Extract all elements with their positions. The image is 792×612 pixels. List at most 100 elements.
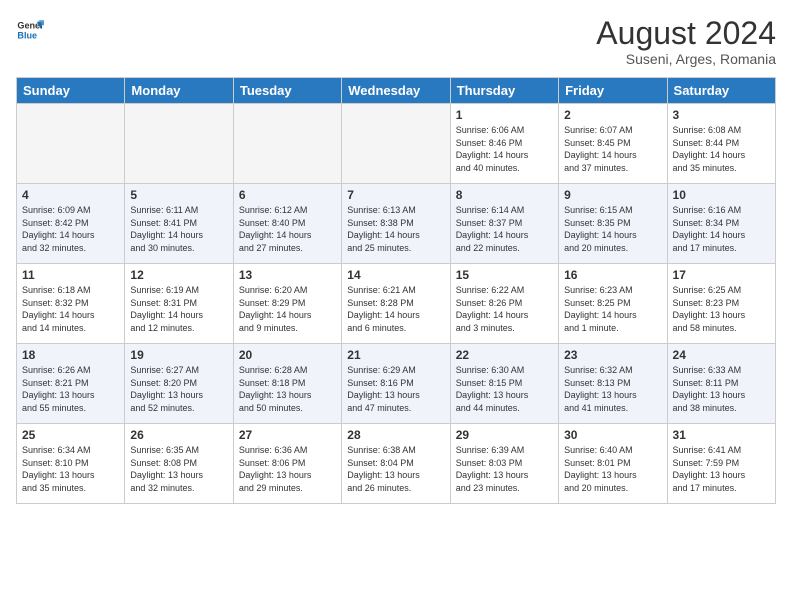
col-tuesday: Tuesday — [233, 78, 341, 104]
day-info: Sunrise: 6:11 AMSunset: 8:41 PMDaylight:… — [130, 204, 227, 254]
logo-icon: General Blue — [16, 16, 44, 44]
day-info: Sunrise: 6:09 AMSunset: 8:42 PMDaylight:… — [22, 204, 119, 254]
day-info: Sunrise: 6:15 AMSunset: 8:35 PMDaylight:… — [564, 204, 661, 254]
location-subtitle: Suseni, Arges, Romania — [596, 51, 776, 67]
day-info: Sunrise: 6:19 AMSunset: 8:31 PMDaylight:… — [130, 284, 227, 334]
day-info: Sunrise: 6:28 AMSunset: 8:18 PMDaylight:… — [239, 364, 336, 414]
day-info: Sunrise: 6:13 AMSunset: 8:38 PMDaylight:… — [347, 204, 444, 254]
day-info: Sunrise: 6:08 AMSunset: 8:44 PMDaylight:… — [673, 124, 770, 174]
col-monday: Monday — [125, 78, 233, 104]
day-info: Sunrise: 6:38 AMSunset: 8:04 PMDaylight:… — [347, 444, 444, 494]
day-number: 15 — [456, 268, 553, 282]
table-row: 29Sunrise: 6:39 AMSunset: 8:03 PMDayligh… — [450, 424, 558, 504]
table-row: 16 Sunrise: 6:23 AMSunset: 8:25 PMDayligh… — [559, 264, 667, 344]
month-year-title: August 2024 — [596, 16, 776, 51]
table-row: 24Sunrise: 6:33 AMSunset: 8:11 PMDayligh… — [667, 344, 775, 424]
day-number: 31 — [673, 428, 770, 442]
day-info: Sunrise: 6:26 AMSunset: 8:21 PMDaylight:… — [22, 364, 119, 414]
day-number: 16 — [564, 268, 661, 282]
day-number: 12 — [130, 268, 227, 282]
day-number: 11 — [22, 268, 119, 282]
day-number: 27 — [239, 428, 336, 442]
day-info: Sunrise: 6:16 AMSunset: 8:34 PMDaylight:… — [673, 204, 770, 254]
calendar-table: Sunday Monday Tuesday Wednesday Thursday… — [16, 77, 776, 504]
title-section: August 2024 Suseni, Arges, Romania — [596, 16, 776, 67]
day-number: 30 — [564, 428, 661, 442]
day-info: Sunrise: 6:30 AMSunset: 8:15 PMDaylight:… — [456, 364, 553, 414]
day-number: 19 — [130, 348, 227, 362]
col-friday: Friday — [559, 78, 667, 104]
day-number: 29 — [456, 428, 553, 442]
day-info: Sunrise: 6:22 AMSunset: 8:26 PMDaylight:… — [456, 284, 553, 334]
table-row: 3 Sunrise: 6:08 AMSunset: 8:44 PMDaylight… — [667, 104, 775, 184]
calendar-header-row: Sunday Monday Tuesday Wednesday Thursday… — [17, 78, 776, 104]
table-row — [17, 104, 125, 184]
col-sunday: Sunday — [17, 78, 125, 104]
day-info: Sunrise: 6:20 AMSunset: 8:29 PMDaylight:… — [239, 284, 336, 334]
day-info: Sunrise: 6:35 AMSunset: 8:08 PMDaylight:… — [130, 444, 227, 494]
table-row: 26Sunrise: 6:35 AMSunset: 8:08 PMDayligh… — [125, 424, 233, 504]
table-row: 10 Sunrise: 6:16 AMSunset: 8:34 PMDayligh… — [667, 184, 775, 264]
table-row — [342, 104, 450, 184]
day-info: Sunrise: 6:33 AMSunset: 8:11 PMDaylight:… — [673, 364, 770, 414]
day-number: 4 — [22, 188, 119, 202]
table-row: 31 Sunrise: 6:41 AMSunset: 7:59 PMDayligh… — [667, 424, 775, 504]
table-row: 7 Sunrise: 6:13 AMSunset: 8:38 PMDaylight… — [342, 184, 450, 264]
table-row: 23 Sunrise: 6:32 AMSunset: 8:13 PMDayligh… — [559, 344, 667, 424]
col-wednesday: Wednesday — [342, 78, 450, 104]
day-info: Sunrise: 6:40 AMSunset: 8:01 PMDaylight:… — [564, 444, 661, 494]
table-row: 9Sunrise: 6:15 AMSunset: 8:35 PMDaylight… — [559, 184, 667, 264]
table-row: 15 Sunrise: 6:22 AMSunset: 8:26 PMDayligh… — [450, 264, 558, 344]
table-row: 4 Sunrise: 6:09 AMSunset: 8:42 PMDaylight… — [17, 184, 125, 264]
day-info: Sunrise: 6:36 AMSunset: 8:06 PMDaylight:… — [239, 444, 336, 494]
day-number: 23 — [564, 348, 661, 362]
day-number: 2 — [564, 108, 661, 122]
day-number: 17 — [673, 268, 770, 282]
day-number: 7 — [347, 188, 444, 202]
table-row: 6 Sunrise: 6:12 AMSunset: 8:40 PMDaylight… — [233, 184, 341, 264]
table-row: 17 Sunrise: 6:25 AMSunset: 8:23 PMDayligh… — [667, 264, 775, 344]
day-number: 22 — [456, 348, 553, 362]
day-info: Sunrise: 6:12 AMSunset: 8:40 PMDaylight:… — [239, 204, 336, 254]
day-info: Sunrise: 6:23 AMSunset: 8:25 PMDaylight:… — [564, 284, 661, 334]
day-number: 6 — [239, 188, 336, 202]
table-row: 21 Sunrise: 6:29 AMSunset: 8:16 PMDayligh… — [342, 344, 450, 424]
day-number: 14 — [347, 268, 444, 282]
table-row: 18 Sunrise: 6:26 AMSunset: 8:21 PMDayligh… — [17, 344, 125, 424]
day-number: 25 — [22, 428, 119, 442]
svg-text:Blue: Blue — [17, 30, 37, 40]
table-row — [125, 104, 233, 184]
day-number: 3 — [673, 108, 770, 122]
table-row: 22 Sunrise: 6:30 AMSunset: 8:15 PMDayligh… — [450, 344, 558, 424]
day-number: 21 — [347, 348, 444, 362]
table-row: 19Sunrise: 6:27 AMSunset: 8:20 PMDayligh… — [125, 344, 233, 424]
day-info: Sunrise: 6:32 AMSunset: 8:13 PMDaylight:… — [564, 364, 661, 414]
table-row: 12 Sunrise: 6:19 AMSunset: 8:31 PMDayligh… — [125, 264, 233, 344]
table-row: 2Sunrise: 6:07 AMSunset: 8:45 PMDaylight… — [559, 104, 667, 184]
day-info: Sunrise: 6:06 AMSunset: 8:46 PMDaylight:… — [456, 124, 553, 174]
table-row: 28Sunrise: 6:38 AMSunset: 8:04 PMDayligh… — [342, 424, 450, 504]
day-number: 10 — [673, 188, 770, 202]
table-row: 8 Sunrise: 6:14 AMSunset: 8:37 PMDaylight… — [450, 184, 558, 264]
table-row: 25Sunrise: 6:34 AMSunset: 8:10 PMDayligh… — [17, 424, 125, 504]
day-info: Sunrise: 6:14 AMSunset: 8:37 PMDaylight:… — [456, 204, 553, 254]
col-thursday: Thursday — [450, 78, 558, 104]
day-number: 18 — [22, 348, 119, 362]
day-number: 20 — [239, 348, 336, 362]
table-row — [233, 104, 341, 184]
day-number: 8 — [456, 188, 553, 202]
table-row: 5Sunrise: 6:11 AMSunset: 8:41 PMDaylight… — [125, 184, 233, 264]
page-container: General Blue August 2024 Suseni, Arges, … — [0, 0, 792, 612]
table-row: 13 Sunrise: 6:20 AMSunset: 8:29 PMDayligh… — [233, 264, 341, 344]
day-number: 1 — [456, 108, 553, 122]
day-info: Sunrise: 6:29 AMSunset: 8:16 PMDaylight:… — [347, 364, 444, 414]
table-row: 11Sunrise: 6:18 AMSunset: 8:32 PMDayligh… — [17, 264, 125, 344]
logo: General Blue — [16, 16, 44, 44]
table-row: 1 Sunrise: 6:06 AMSunset: 8:46 PMDaylight… — [450, 104, 558, 184]
col-saturday: Saturday — [667, 78, 775, 104]
day-info: Sunrise: 6:21 AMSunset: 8:28 PMDaylight:… — [347, 284, 444, 334]
day-number: 13 — [239, 268, 336, 282]
day-info: Sunrise: 6:25 AMSunset: 8:23 PMDaylight:… — [673, 284, 770, 334]
table-row: 30 Sunrise: 6:40 AMSunset: 8:01 PMDayligh… — [559, 424, 667, 504]
day-info: Sunrise: 6:41 AMSunset: 7:59 PMDaylight:… — [673, 444, 770, 494]
